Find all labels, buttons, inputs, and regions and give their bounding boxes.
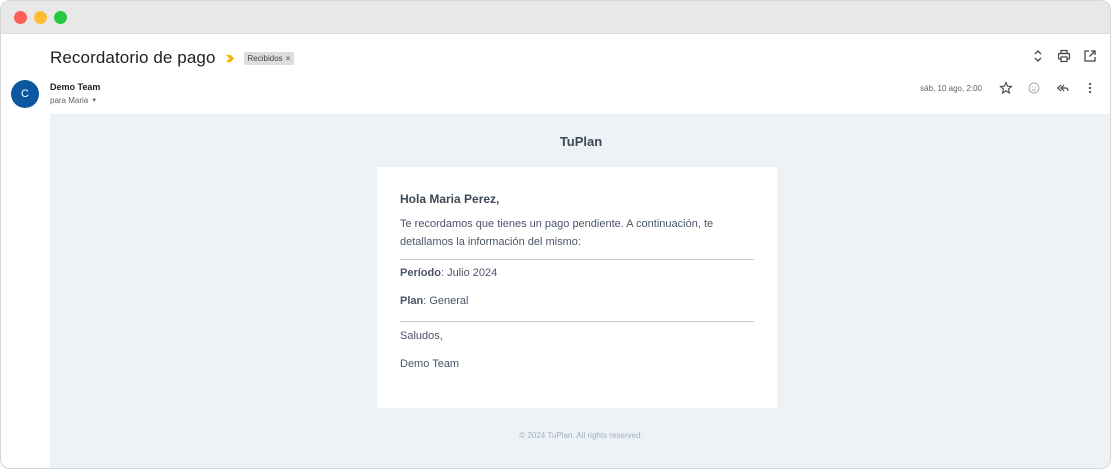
email-content-card: Hola Maria Perez, Te recordamos que tien…: [377, 167, 777, 408]
importance-marker-icon[interactable]: [225, 52, 237, 64]
sender-row: C Demo Team para Maria ▼ sáb, 10 ago, 2:…: [11, 79, 1098, 111]
print-icon[interactable]: [1056, 48, 1072, 64]
recipient-details[interactable]: para Maria ▼: [50, 96, 97, 105]
period-field: Período: Julio 2024: [400, 267, 497, 279]
label-chip-text: Recibidos: [247, 53, 283, 63]
sender-name[interactable]: Demo Team: [50, 82, 100, 92]
close-window-button[interactable]: [14, 10, 27, 24]
open-new-window-icon[interactable]: [1082, 48, 1098, 64]
mail-window: Recordatorio de pago Recibidos × C Demo …: [0, 0, 1111, 469]
expand-collapse-icon[interactable]: [1030, 48, 1046, 64]
email-closing: Saludos,: [400, 330, 443, 342]
minimize-window-button[interactable]: [34, 10, 47, 24]
more-options-icon[interactable]: [1082, 80, 1098, 96]
subject-row: Recordatorio de pago Recibidos ×: [50, 45, 1098, 71]
email-signature: Demo Team: [400, 358, 460, 370]
plan-value: : General: [423, 295, 469, 307]
remove-label-icon[interactable]: ×: [286, 54, 291, 63]
plan-field: Plan: General: [400, 295, 468, 307]
period-label: Período: [400, 267, 441, 279]
message-actions: sáb, 10 ago, 2:00: [920, 80, 1098, 96]
email-subject: Recordatorio de pago: [50, 48, 216, 67]
divider: [400, 321, 754, 322]
avatar[interactable]: C: [11, 80, 39, 108]
message-date: sáb, 10 ago, 2:00: [920, 83, 982, 93]
plan-label: Plan: [400, 295, 424, 307]
chevron-down-icon[interactable]: ▼: [91, 98, 97, 104]
email-intro: Te recordamos que tienes un pago pendien…: [400, 218, 714, 248]
window-titlebar: [1, 1, 1110, 34]
period-value: : Julio 2024: [440, 267, 498, 279]
star-icon[interactable]: [998, 80, 1014, 96]
email-body: TuPlan Hola Maria Perez, Te recordamos q…: [50, 114, 1110, 468]
email-brand-title: TuPlan: [559, 134, 603, 149]
recipient-text: para Maria: [50, 96, 89, 105]
label-chip-recibidos[interactable]: Recibidos ×: [243, 51, 295, 65]
reply-all-icon[interactable]: [1054, 80, 1070, 96]
email-footer: © 2024 TuPlan. All rights reserved.: [519, 431, 643, 440]
maximize-window-button[interactable]: [54, 10, 67, 24]
email-greeting: Hola Maria Perez,: [400, 192, 500, 206]
subject-actions: [1030, 48, 1098, 64]
divider: [400, 259, 754, 260]
emoji-reaction-icon[interactable]: [1026, 80, 1042, 96]
